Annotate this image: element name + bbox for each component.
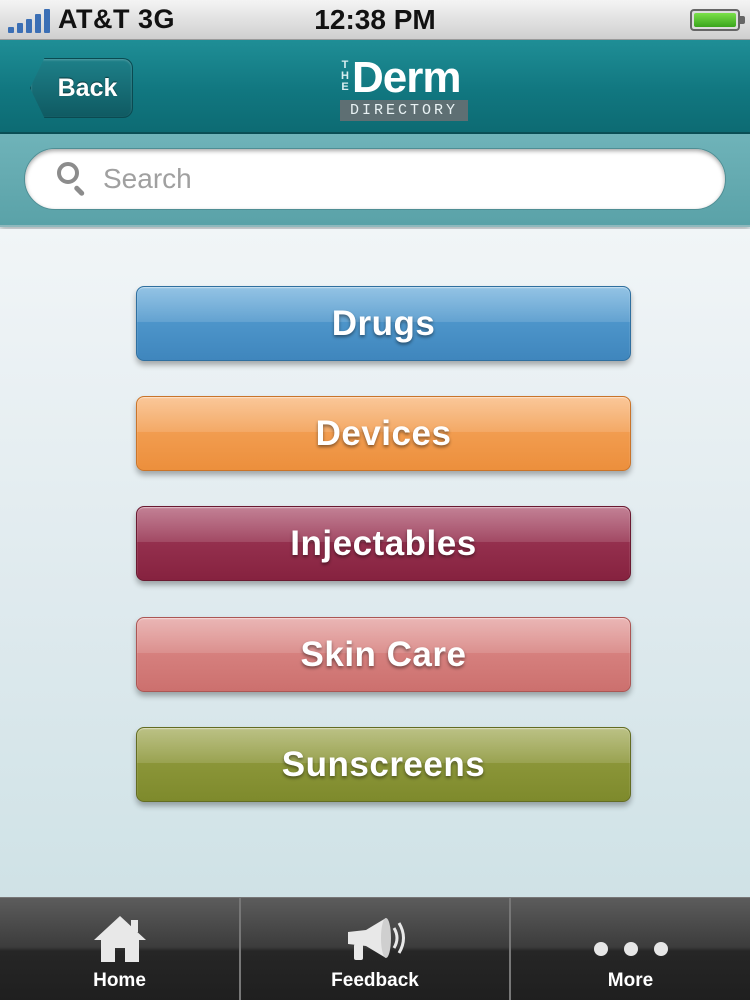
skin-care-button-label: Skin Care	[300, 634, 467, 674]
tab-home-label: Home	[93, 970, 146, 991]
back-button[interactable]: Back	[30, 58, 133, 118]
status-bar: AT&T 3G 12:38 PM	[0, 0, 750, 40]
battery-level	[694, 13, 736, 27]
logo-the: T H E	[341, 59, 349, 93]
tab-more[interactable]: More	[511, 898, 750, 1000]
devices-button[interactable]: Devices	[136, 396, 631, 471]
search-area	[0, 134, 750, 227]
megaphone-icon	[348, 918, 405, 960]
sunscreens-button-label: Sunscreens	[281, 744, 486, 784]
drugs-button[interactable]: Drugs	[136, 286, 631, 361]
signal-strength-icon	[8, 7, 50, 33]
skin-care-button[interactable]: Skin Care	[136, 617, 631, 692]
search-input[interactable]	[103, 163, 703, 195]
search-field[interactable]	[24, 148, 726, 210]
injectables-button[interactable]: Injectables	[136, 506, 631, 581]
nav-bar: Back T H E Derm DIRECTORY	[0, 40, 750, 134]
home-icon	[93, 916, 146, 962]
tab-more-label: More	[607, 970, 654, 991]
logo-derm: Derm	[352, 53, 461, 102]
category-list: Drugs Devices Injectables Skin Care Suns…	[0, 229, 750, 897]
tab-bar: Home Feedback More	[0, 897, 750, 1000]
battery-icon	[690, 9, 745, 31]
carrier-label: AT&T 3G	[58, 4, 176, 34]
more-dots-icon	[593, 942, 668, 956]
search-icon	[57, 162, 91, 197]
injectables-button-label: Injectables	[290, 523, 477, 563]
tab-home[interactable]: Home	[0, 898, 241, 1000]
drugs-button-label: Drugs	[331, 303, 436, 343]
tab-feedback-label: Feedback	[331, 970, 419, 991]
logo-directory: DIRECTORY	[340, 100, 468, 121]
sunscreens-button[interactable]: Sunscreens	[136, 727, 631, 802]
tab-feedback[interactable]: Feedback	[241, 898, 511, 1000]
derm-directory-logo: T H E Derm DIRECTORY	[338, 56, 470, 122]
devices-button-label: Devices	[315, 413, 452, 453]
